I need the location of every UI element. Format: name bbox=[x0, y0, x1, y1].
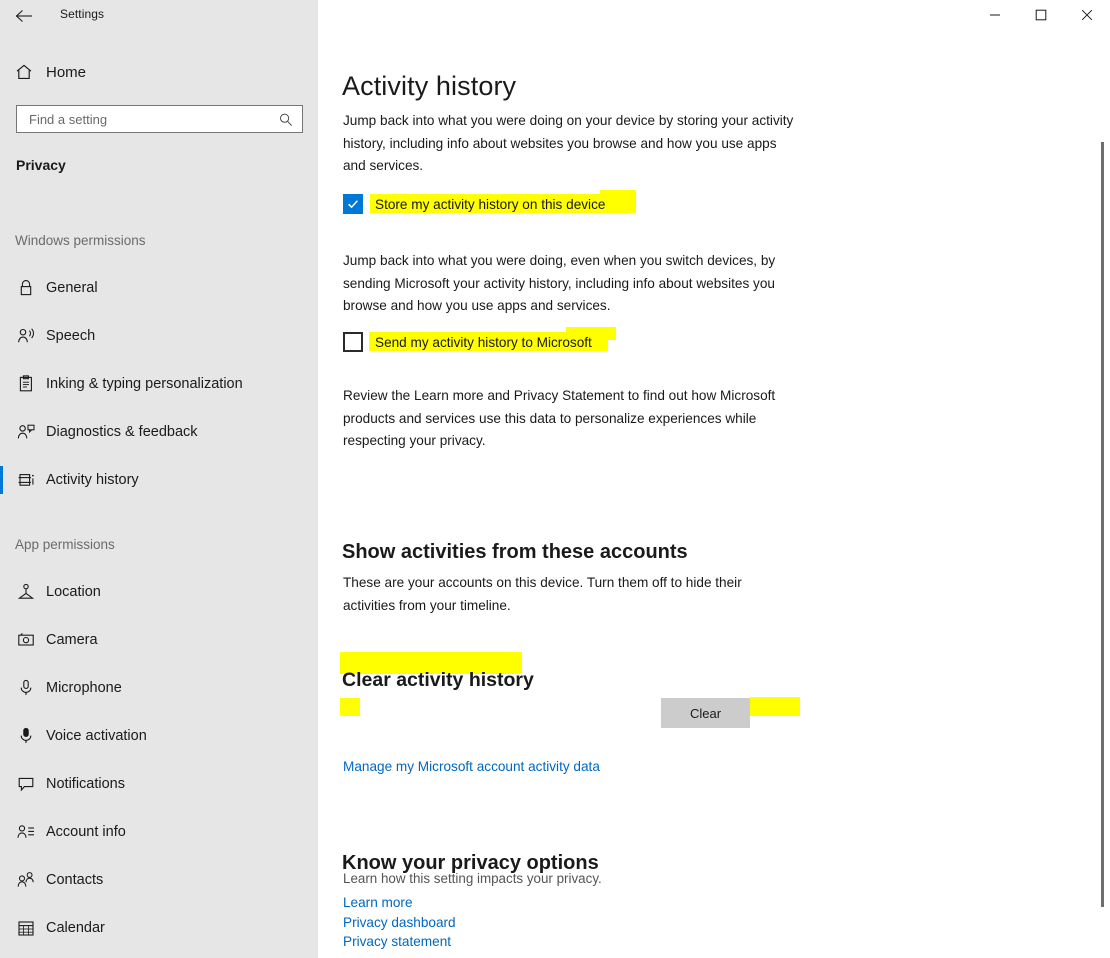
minimize-button[interactable] bbox=[972, 0, 1018, 30]
sidebar-item-account-info[interactable]: Account info bbox=[0, 812, 318, 852]
contacts-icon bbox=[14, 868, 38, 892]
account-info-icon bbox=[14, 820, 38, 844]
sidebar-item-diagnostics-feedback[interactable]: Diagnostics & feedback bbox=[0, 412, 318, 452]
sidebar-item-inking-typing[interactable]: Inking & typing personalization bbox=[0, 364, 318, 404]
sidebar-item-label: Camera bbox=[46, 632, 98, 648]
maximize-button[interactable] bbox=[1018, 0, 1064, 30]
sidebar-item-label: Microphone bbox=[46, 680, 122, 696]
close-button[interactable] bbox=[1064, 0, 1110, 30]
sidebar-item-voice-activation[interactable]: Voice activation bbox=[0, 716, 318, 756]
activity-history-icon bbox=[14, 468, 38, 492]
sidebar-item-label: Account info bbox=[46, 824, 126, 840]
send-activity-description: Jump back into what you were doing, even… bbox=[343, 253, 776, 313]
titlebar-left: Settings bbox=[0, 0, 318, 32]
lock-icon bbox=[14, 276, 38, 300]
notification-bubble-icon bbox=[14, 772, 38, 796]
accounts-section-description: These are your accounts on this device. … bbox=[343, 575, 742, 613]
sidebar-item-label: Speech bbox=[46, 328, 96, 344]
highlight-mark-clear-button-left bbox=[340, 698, 360, 716]
manage-account-activity-link[interactable]: Manage my Microsoft account activity dat… bbox=[343, 759, 600, 774]
checkbox-store-activity[interactable] bbox=[343, 194, 363, 214]
voice-activation-icon bbox=[14, 724, 38, 748]
accounts-section-heading: Show activities from these accounts bbox=[342, 540, 688, 563]
sidebar-item-camera[interactable]: Camera bbox=[0, 620, 318, 660]
search-box[interactable] bbox=[16, 105, 303, 133]
learn-more-link[interactable]: Learn more bbox=[343, 895, 413, 910]
microphone-icon bbox=[14, 676, 38, 700]
privacy-options-description: Learn how this setting impacts your priv… bbox=[343, 871, 602, 886]
sidebar-item-label: General bbox=[46, 280, 98, 296]
home-icon bbox=[12, 60, 36, 84]
sidebar-item-location[interactable]: Location bbox=[0, 572, 318, 612]
privacy-statement-link[interactable]: Privacy statement bbox=[343, 934, 451, 949]
sidebar-item-general[interactable]: General bbox=[0, 268, 318, 308]
clear-button[interactable]: Clear bbox=[661, 698, 750, 728]
sidebar-item-label: Voice activation bbox=[46, 728, 147, 744]
sidebar-item-label: Notifications bbox=[46, 776, 125, 792]
clipboard-pen-icon bbox=[14, 372, 38, 396]
person-feedback-icon bbox=[14, 420, 38, 444]
sidebar-item-activity-history[interactable]: Activity history bbox=[0, 460, 318, 500]
checkbox-label-send-activity: Send my activity history to Microsoft bbox=[375, 334, 592, 350]
activity-history-description: Jump back into what you were doing on yo… bbox=[343, 113, 794, 173]
sidebar-group-app-permissions: App permissions bbox=[15, 537, 115, 552]
sidebar-item-label: Activity history bbox=[46, 472, 139, 488]
checkbox-label-store-activity: Store my activity history on this device bbox=[375, 196, 606, 212]
privacy-review-description: Review the Learn more and Privacy Statem… bbox=[343, 388, 776, 448]
sidebar-item-label: Inking & typing personalization bbox=[46, 376, 243, 392]
search-icon bbox=[276, 110, 296, 130]
sidebar-item-label: Contacts bbox=[46, 872, 104, 888]
sidebar-item-notifications[interactable]: Notifications bbox=[0, 764, 318, 804]
checkbox-row-store-activity[interactable]: Store my activity history on this device bbox=[343, 193, 605, 215]
sidebar-item-speech[interactable]: Speech bbox=[0, 316, 318, 356]
sidebar-item-microphone[interactable]: Microphone bbox=[0, 668, 318, 708]
sidebar-item-label: Diagnostics & feedback bbox=[46, 424, 198, 440]
calendar-icon bbox=[14, 916, 38, 940]
scrollbar[interactable] bbox=[1094, 30, 1110, 958]
scrollbar-thumb[interactable] bbox=[1101, 142, 1104, 907]
camera-icon bbox=[14, 628, 38, 652]
sidebar-item-calendar[interactable]: Calendar bbox=[0, 908, 318, 948]
clear-activity-heading: Clear activity history bbox=[342, 669, 534, 692]
window-controls bbox=[972, 0, 1110, 30]
checkbox-row-send-activity[interactable]: Send my activity history to Microsoft bbox=[343, 331, 592, 353]
sidebar-category-title: Privacy bbox=[16, 157, 66, 173]
sidebar: Settings Home Privacy Windo bbox=[0, 0, 318, 958]
checkbox-send-activity[interactable] bbox=[343, 332, 363, 352]
highlight-mark-clear-button-right bbox=[750, 697, 800, 716]
privacy-dashboard-link[interactable]: Privacy dashboard bbox=[343, 915, 456, 930]
sidebar-item-contacts[interactable]: Contacts bbox=[0, 860, 318, 900]
page-title: Activity history bbox=[342, 71, 517, 102]
speech-person-icon bbox=[14, 324, 38, 348]
sidebar-group-windows-permissions: Windows permissions bbox=[15, 233, 146, 248]
back-button[interactable] bbox=[8, 2, 40, 30]
sidebar-item-home[interactable]: Home bbox=[0, 52, 318, 92]
location-pin-icon bbox=[14, 580, 38, 604]
search-input[interactable] bbox=[27, 110, 272, 128]
settings-window: Settings Home Privacy Windo bbox=[0, 0, 1110, 958]
sidebar-item-label: Calendar bbox=[46, 920, 105, 936]
app-title: Settings bbox=[60, 7, 105, 21]
sidebar-item-label: Home bbox=[46, 63, 87, 81]
content-pane: Activity history Jump back into what you… bbox=[318, 0, 1110, 958]
sidebar-item-label: Location bbox=[46, 584, 101, 600]
